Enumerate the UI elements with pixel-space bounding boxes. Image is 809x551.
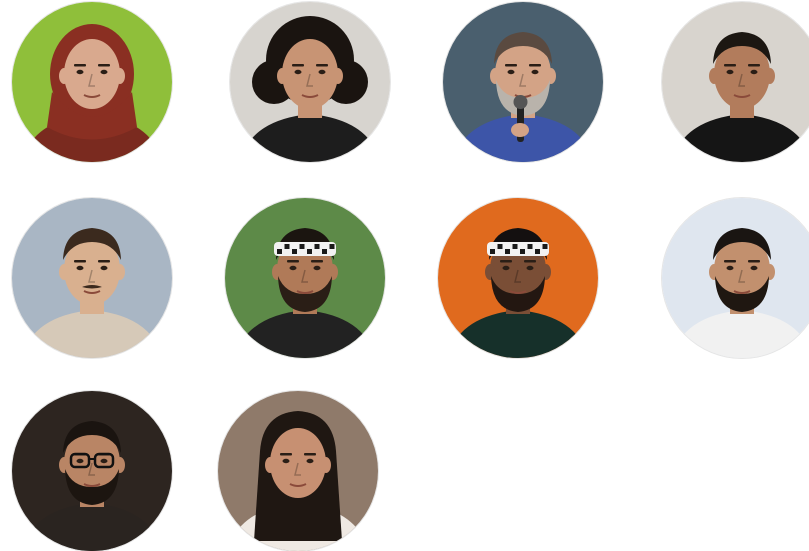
portrait-10 (218, 391, 378, 551)
portrait-7 (438, 198, 598, 358)
portrait-9 (12, 391, 172, 551)
portrait-2 (230, 2, 390, 162)
portrait-3 (443, 2, 603, 162)
portrait-5 (12, 198, 172, 358)
portrait-6 (225, 198, 385, 358)
portrait-8 (662, 198, 809, 358)
portrait-1 (12, 2, 172, 162)
portrait-4 (662, 2, 809, 162)
